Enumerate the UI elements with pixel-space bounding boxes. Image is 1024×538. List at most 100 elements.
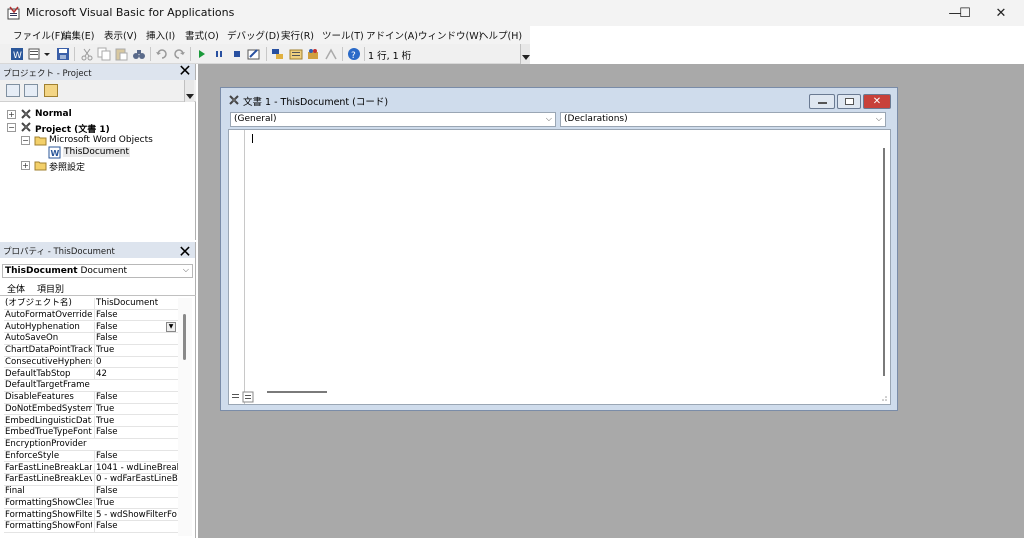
editor-vertical-scrollbar[interactable]: [878, 130, 890, 392]
tree-item-word-objects[interactable]: Microsoft Word Objects: [49, 135, 153, 145]
close-icon[interactable]: ✕: [178, 63, 192, 79]
object-combo[interactable]: (General) ⌵: [230, 112, 556, 127]
breakpoint-margin[interactable]: [229, 130, 245, 404]
view-object-icon[interactable]: [24, 84, 38, 97]
tree-item-this-document[interactable]: ThisDocument: [63, 147, 131, 157]
menu-file[interactable]: ファイル(F): [13, 28, 64, 42]
tree-item-references[interactable]: 参照設定: [49, 160, 85, 173]
property-value[interactable]: False: [94, 392, 178, 403]
properties-scrollbar[interactable]: [178, 298, 192, 536]
menu-debug[interactable]: デバッグ(D): [227, 28, 280, 42]
insert-module-icon[interactable]: [28, 47, 42, 61]
break-icon[interactable]: [212, 47, 226, 61]
cut-icon[interactable]: [80, 47, 94, 61]
menu-view[interactable]: 表示(V): [104, 28, 137, 42]
code-close-button[interactable]: ✕: [863, 94, 891, 109]
tab-categorized[interactable]: 項目別: [37, 282, 64, 295]
scroll-thumb[interactable]: [883, 148, 885, 376]
code-editor[interactable]: [228, 129, 891, 405]
collapse-word-objects-icon[interactable]: −: [21, 136, 30, 145]
menu-help[interactable]: ヘルプ(H): [479, 28, 522, 42]
toggle-folders-icon[interactable]: [44, 84, 58, 97]
property-row[interactable]: Final False: [4, 486, 178, 498]
property-row[interactable]: AutoHyphenation False ▼: [4, 321, 178, 334]
property-row[interactable]: AutoFormatOverride False: [4, 309, 178, 322]
property-row[interactable]: FarEastLineBreakLan 1041 - wdLineBreal: [4, 462, 178, 475]
code-minimize-button[interactable]: [809, 94, 835, 109]
property-row[interactable]: DisableFeatures False: [4, 392, 178, 404]
paste-icon[interactable]: [114, 47, 128, 61]
close-icon[interactable]: ✕: [178, 244, 192, 260]
run-icon[interactable]: [195, 47, 209, 61]
object-browser-icon[interactable]: [306, 47, 320, 61]
property-value[interactable]: 0: [94, 356, 178, 368]
property-row[interactable]: EnforceStyle False: [4, 450, 178, 463]
property-row[interactable]: AutoSaveOn False: [4, 333, 178, 345]
property-row[interactable]: EmbedTrueTypeFonts False: [4, 427, 178, 439]
property-value[interactable]: False: [94, 309, 178, 321]
property-value[interactable]: 42: [94, 368, 178, 380]
menu-insert[interactable]: 挿入(I): [146, 28, 175, 42]
code-restore-button[interactable]: [837, 94, 861, 109]
toolbar-overflow[interactable]: [520, 44, 530, 64]
property-row[interactable]: FormattingShowFilter 5 - wdShowFilterFo: [4, 509, 178, 522]
property-row[interactable]: FarEastLineBreakLev 0 - wdFarEastLineB: [4, 474, 178, 486]
property-value[interactable]: False: [94, 333, 178, 345]
property-row[interactable]: DefaultTabStop 42: [4, 368, 178, 381]
menu-run[interactable]: 実行(R): [281, 28, 314, 42]
menu-tools[interactable]: ツール(T): [322, 28, 364, 42]
undo-icon[interactable]: [155, 47, 169, 61]
property-value[interactable]: False: [94, 521, 178, 533]
help-icon[interactable]: ?: [347, 47, 361, 61]
property-value[interactable]: True: [94, 345, 178, 356]
procedure-combo[interactable]: (Declarations) ⌵: [560, 112, 886, 127]
property-value[interactable]: ThisDocument: [94, 298, 178, 309]
property-row[interactable]: (オブジェクト名) ThisDocument: [4, 298, 178, 310]
chevron-down-icon[interactable]: [42, 47, 52, 61]
property-value[interactable]: 0 - wdFarEastLineB: [94, 474, 178, 486]
menu-window[interactable]: ウィンドウ(W): [418, 28, 482, 42]
resize-grip-icon[interactable]: [880, 394, 888, 402]
project-explorer-icon[interactable]: [271, 47, 285, 61]
property-row[interactable]: ChartDataPointTrack True: [4, 345, 178, 357]
property-row[interactable]: EncryptionProvider: [4, 439, 178, 451]
menu-format[interactable]: 書式(O): [185, 28, 219, 42]
property-row[interactable]: ConsecutiveHyphens 0: [4, 356, 178, 369]
tab-alphabetic[interactable]: 全体: [7, 282, 25, 295]
copy-icon[interactable]: [97, 47, 111, 61]
property-row[interactable]: EmbedLinguisticData True: [4, 415, 178, 428]
toolbox-icon[interactable]: [324, 47, 338, 61]
menu-edit[interactable]: 編集(E): [62, 28, 94, 42]
tree-item-normal[interactable]: Normal: [35, 109, 72, 119]
view-word-icon[interactable]: W: [10, 47, 24, 61]
property-value[interactable]: 5 - wdShowFilterFo: [94, 509, 178, 521]
expand-references-icon[interactable]: +: [21, 161, 30, 170]
close-window-button[interactable]: ✕: [978, 0, 1024, 26]
property-value[interactable]: True: [94, 497, 178, 509]
collapse-project-icon[interactable]: −: [7, 123, 16, 132]
properties-icon[interactable]: [289, 47, 303, 61]
property-dropdown-button[interactable]: ▼: [166, 321, 176, 332]
reset-icon[interactable]: [230, 47, 244, 61]
property-row[interactable]: FormattingShowFont False: [4, 521, 178, 533]
property-value[interactable]: False: [94, 450, 178, 462]
find-icon[interactable]: [132, 47, 146, 61]
design-mode-icon[interactable]: [247, 47, 261, 61]
property-value[interactable]: False: [94, 427, 178, 439]
object-selector[interactable]: ThisDocument Document ⌵: [2, 264, 193, 278]
view-code-icon[interactable]: [6, 84, 20, 97]
save-icon[interactable]: [56, 47, 70, 61]
view-mode-icons[interactable]: [230, 391, 256, 403]
property-value[interactable]: True: [94, 403, 178, 415]
expand-normal-icon[interactable]: +: [7, 110, 16, 119]
editor-horizontal-scrollbar[interactable]: [267, 391, 327, 393]
menu-addins[interactable]: アドイン(A): [366, 28, 418, 42]
property-row[interactable]: DefaultTargetFrame: [4, 380, 178, 392]
scroll-thumb[interactable]: [183, 314, 186, 360]
property-value[interactable]: True: [94, 415, 178, 427]
property-value[interactable]: False: [94, 486, 178, 497]
pane-toolbar-overflow[interactable]: [184, 80, 194, 102]
property-value[interactable]: 1041 - wdLineBreal: [94, 462, 178, 474]
redo-icon[interactable]: [172, 47, 186, 61]
property-row[interactable]: DoNotEmbedSystemF True: [4, 403, 178, 416]
